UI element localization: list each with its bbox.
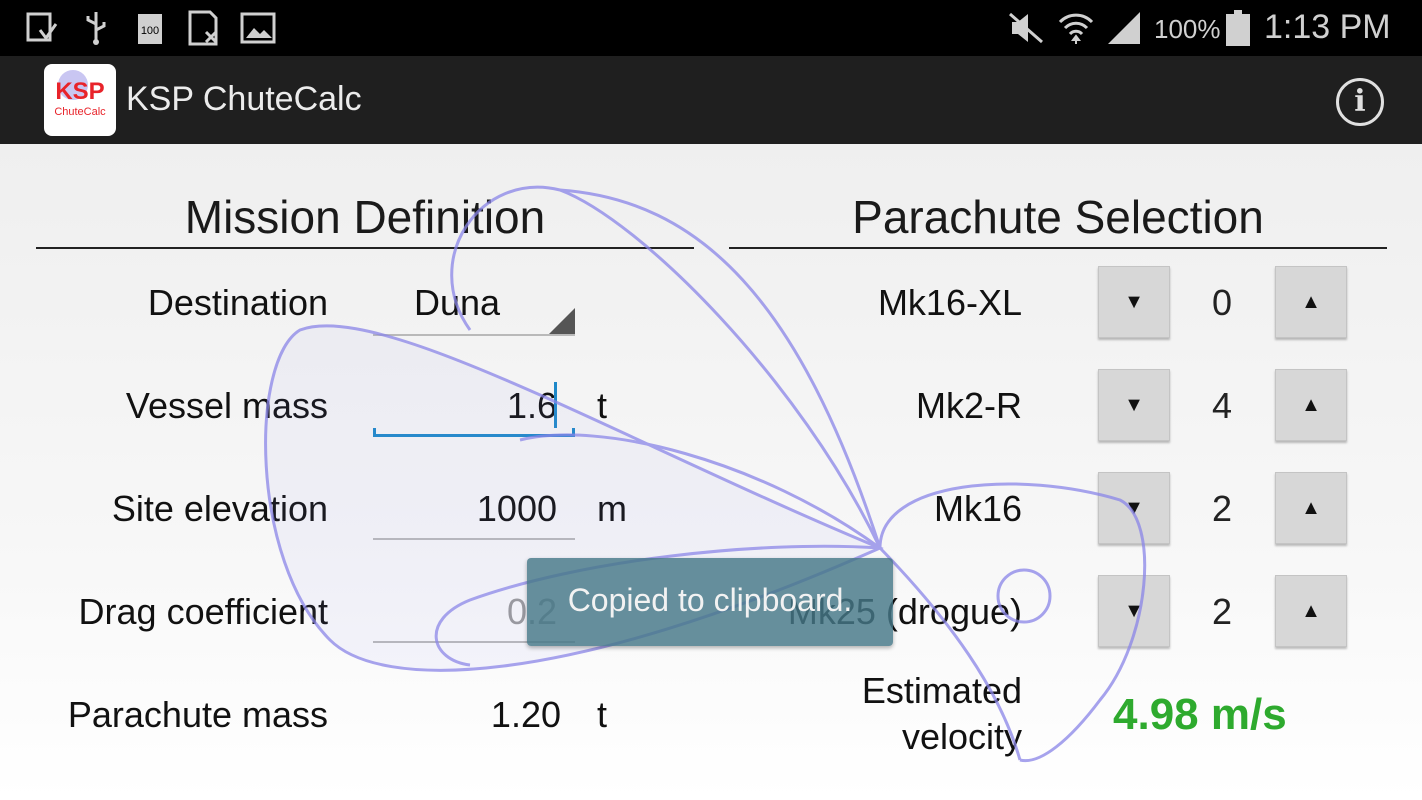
increment-button[interactable]: ▲ [1275,369,1347,441]
estimated-velocity-label-line2: velocity [901,716,1022,757]
toast-text: Copied to clipboard. [567,582,853,618]
logo-text: KSP [55,78,105,105]
parachute-count: 2 [1211,591,1233,632]
sim-icon [188,10,218,46]
vessel-mass-underline [373,428,575,437]
image-icon [240,12,276,44]
site-elevation-label: Site elevation [111,488,328,529]
increment-button[interactable]: ▲ [1275,472,1347,544]
site-elevation-underline [373,538,575,540]
mission-definition-divider [36,247,694,249]
vessel-mass-label: Vessel mass [125,385,328,426]
parachute-count: 4 [1211,385,1233,426]
mute-icon [1009,12,1043,44]
estimated-velocity-label-line1: Estimated [861,670,1022,711]
parachute-mass-value: 1.20 [490,694,561,735]
decrement-button[interactable]: ▼ [1098,369,1170,441]
decrement-button[interactable]: ▼ [1098,266,1170,338]
parachute-selection-title: Parachute Selection [852,191,1264,243]
destination-underline [373,334,575,336]
increment-button[interactable]: ▲ [1275,575,1347,647]
action-bar: KSP ChuteCalc KSP ChuteCalc i [0,56,1422,144]
decrement-button[interactable]: ▼ [1098,575,1170,647]
parachute-name: Mk16 [933,488,1022,529]
status-time: 1:13 PM [1264,8,1391,46]
vessel-mass-value[interactable]: 1.6 [373,385,557,427]
parachute-selection-divider [729,247,1387,249]
increment-button[interactable]: ▲ [1275,266,1347,338]
battery-100-icon: 100 [138,14,162,44]
parachute-name: Mk2-R [916,385,1022,426]
destination-value[interactable]: Duna [414,282,500,324]
destination-label: Destination [147,282,328,323]
vessel-mass-unit: t [597,385,608,426]
app-title: KSP ChuteCalc [126,80,362,118]
svg-text:100: 100 [141,25,159,37]
usb-icon [86,12,106,45]
site-elevation-value[interactable]: 1000 [373,488,557,530]
toast: Copied to clipboard. [527,558,893,646]
drag-coefficient-label: Drag coefficient [78,591,328,632]
mission-definition-title: Mission Definition [184,191,546,243]
battery-icon [1226,10,1250,46]
info-icon[interactable]: i [1336,78,1384,126]
text-cursor [554,382,557,428]
logo-subtext: ChuteCalc [54,106,106,118]
estimated-velocity-value: 4.98 m/s [1113,690,1287,739]
battery-percent: 100% [1154,14,1221,44]
decrement-button[interactable]: ▼ [1098,472,1170,544]
parachute-count: 2 [1211,488,1233,529]
parachute-mass-unit: t [597,694,608,735]
wifi-icon [1058,13,1094,44]
dropdown-corner-icon [549,308,575,334]
screenshot-icon [26,12,58,42]
parachute-name: Mk16-XL [877,282,1022,323]
status-bar: 100 100% 1:13 PM [0,0,1422,56]
app-logo: KSP ChuteCalc [44,64,116,136]
signal-icon [1108,12,1140,44]
parachute-mass-label: Parachute mass [67,694,328,735]
parachute-count: 0 [1211,282,1233,323]
site-elevation-unit: m [597,488,627,529]
